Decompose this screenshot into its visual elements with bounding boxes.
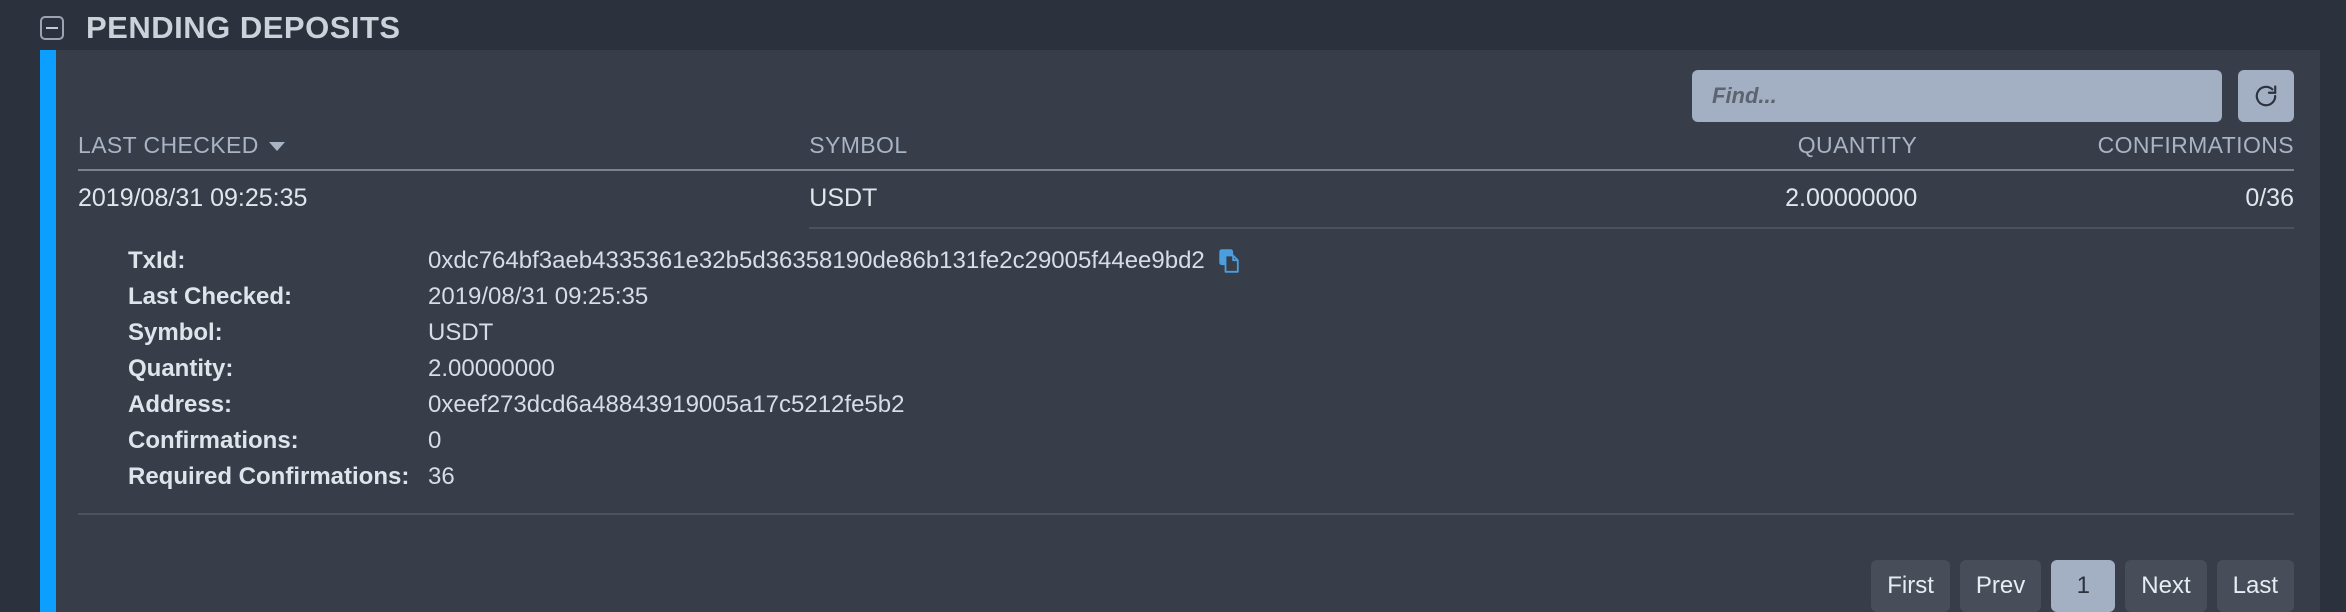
search-input[interactable] [1692, 70, 2222, 122]
pending-deposits-page: PENDING DEPOSITS Find... LAST CHECKED SY… [0, 0, 2346, 612]
cell-quantity: 2.00000000 [1474, 170, 1918, 229]
table-row[interactable]: 2019/08/31 09:25:35 USDT 2.00000000 0/36 [78, 170, 2294, 229]
pagination: First Prev 1 Next Last [1871, 560, 2294, 612]
detail-value-confirmations: 0 [428, 427, 442, 454]
sort-desc-icon [268, 142, 285, 152]
pagination-page-1-button[interactable]: 1 [2051, 560, 2116, 612]
pagination-first-button[interactable]: First [1871, 560, 1950, 612]
detail-value-address: 0xeef273dcd6a48843919005a17c5212fe5b2 [428, 391, 905, 418]
card-body: LAST CHECKED SYMBOL QUANTITY CONFIRMATIO… [56, 50, 2320, 612]
panel-header: PENDING DEPOSITS [0, 0, 2346, 48]
page-title: PENDING DEPOSITS [86, 10, 401, 45]
detail-value-last-checked: 2019/08/31 09:25:35 [428, 283, 649, 310]
column-label: LAST CHECKED [78, 132, 259, 158]
detail-value-required-confirmations: 36 [428, 463, 455, 490]
column-header-symbol[interactable]: SYMBOL [809, 128, 1475, 171]
pending-deposits-table: LAST CHECKED SYMBOL QUANTITY CONFIRMATIO… [78, 128, 2294, 515]
collapse-minus-icon[interactable] [40, 16, 64, 40]
txid-text: 0xdc764bf3aeb4335361e32b5d36358190de86b1… [428, 247, 1205, 274]
pagination-prev-button[interactable]: Prev [1959, 560, 2042, 612]
cell-symbol: USDT [809, 170, 1475, 229]
detail-label-confirmations: Confirmations: [128, 427, 299, 454]
collapse-dash [46, 27, 58, 29]
refresh-icon [2253, 83, 2279, 109]
cell-last-checked: 2019/08/31 09:25:35 [78, 184, 308, 212]
refresh-button[interactable] [2238, 70, 2294, 122]
table-detail-row: TxId: 0xdc764bf3aeb4335361e32b5d36358190… [78, 228, 2294, 515]
column-header-quantity[interactable]: QUANTITY [1474, 128, 1918, 171]
pending-deposits-card: LAST CHECKED SYMBOL QUANTITY CONFIRMATIO… [40, 50, 2320, 612]
detail-value-symbol: USDT [428, 319, 494, 346]
column-header-confirmations[interactable]: CONFIRMATIONS [1917, 128, 2294, 171]
copy-icon[interactable] [1219, 249, 1241, 273]
detail-label-required-confirmations: Required Confirmations: [128, 463, 410, 490]
detail-value-txid: 0xdc764bf3aeb4335361e32b5d36358190de86b1… [428, 243, 2294, 279]
detail-panel: TxId: 0xdc764bf3aeb4335361e32b5d36358190… [78, 228, 2294, 515]
pagination-last-button[interactable]: Last [2216, 560, 2294, 612]
detail-label-address: Address: [128, 391, 233, 418]
detail-label-txid: TxId: [128, 247, 186, 274]
detail-label-quantity: Quantity: [128, 355, 234, 382]
detail-label-symbol: Symbol: [128, 319, 223, 346]
column-header-last-checked[interactable]: LAST CHECKED [78, 128, 810, 171]
cell-confirmations: 0/36 [1917, 170, 2294, 229]
table-toolbar [78, 50, 2294, 128]
accent-bar [40, 50, 56, 612]
pagination-next-button[interactable]: Next [2125, 560, 2207, 612]
table-header-row: LAST CHECKED SYMBOL QUANTITY CONFIRMATIO… [78, 128, 2294, 171]
detail-label-last-checked: Last Checked: [128, 283, 293, 310]
detail-value-quantity: 2.00000000 [428, 355, 555, 382]
